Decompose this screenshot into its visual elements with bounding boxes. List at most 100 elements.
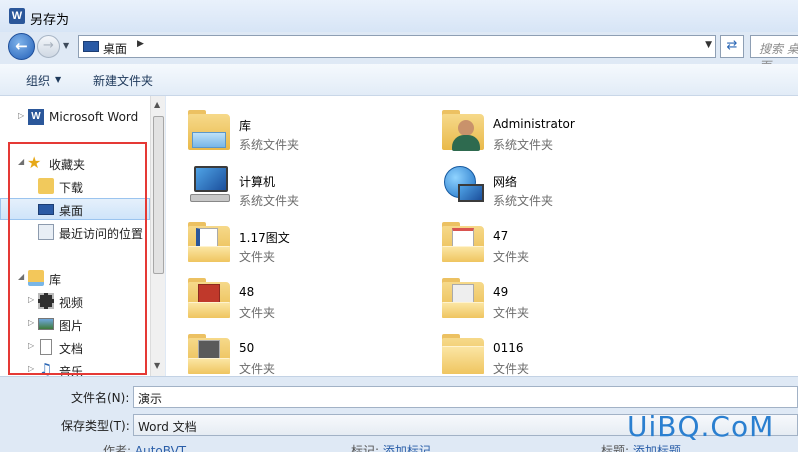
computer-icon: [186, 162, 232, 208]
music-icon: ♫: [39, 360, 53, 376]
filename-field[interactable]: 演示: [133, 386, 798, 408]
download-folder-icon: [38, 178, 54, 194]
sidebar-item-recent-places[interactable]: 最近访问的位置: [0, 221, 150, 243]
sidebar-item-desktop[interactable]: 桌面: [0, 198, 150, 220]
sidebar-item-label: 最近访问的位置: [59, 227, 144, 241]
navigation-scrollbar[interactable]: ▲ ▼: [150, 96, 165, 376]
picture-icon: [38, 318, 54, 330]
file-item-folder[interactable]: 0116 文件夹: [420, 326, 670, 376]
scroll-up-icon[interactable]: ▲: [154, 100, 160, 109]
collapse-icon[interactable]: ◢: [18, 157, 24, 166]
file-list: 库 系统文件夹 Administrator 系统文件夹 计算机 系统文件夹 网络…: [166, 96, 798, 376]
word-icon: W: [28, 109, 44, 125]
expand-icon[interactable]: ▷: [28, 341, 34, 350]
file-type: 系统文件夹: [239, 194, 300, 208]
file-name: 49: [493, 285, 509, 299]
sidebar-item-label: 收藏夹: [49, 158, 86, 172]
expand-icon[interactable]: ▷: [18, 111, 24, 120]
folder-icon: [440, 274, 486, 320]
file-name: Administrator: [493, 117, 575, 131]
search-input[interactable]: 搜索 桌面: [750, 35, 798, 73]
expand-icon[interactable]: ▷: [28, 295, 34, 304]
sidebar-item-videos[interactable]: ▷ 视频: [0, 290, 150, 312]
window-title: 另存为: [30, 13, 70, 28]
organize-dropdown-icon[interactable]: ▼: [55, 75, 61, 84]
sidebar-item-favorites[interactable]: ◢ ★ 收藏夹: [0, 152, 150, 174]
sidebar-item-label: 图片: [59, 319, 84, 333]
file-item-folder[interactable]: 48 文件夹: [166, 270, 416, 326]
tags-meta: 标记: 添加标记: [351, 442, 431, 452]
sidebar-item-label: Microsoft Word: [49, 110, 139, 124]
watermark-logo: UiBQ.CoM: [627, 410, 775, 443]
title-bar: W 另存为: [0, 0, 798, 32]
sidebar-item-label: 下载: [59, 181, 84, 195]
new-folder-button[interactable]: 新建文件夹: [93, 72, 153, 89]
library-icon: [186, 106, 232, 152]
file-item-network[interactable]: 网络 系统文件夹: [420, 158, 670, 214]
sidebar-item-pictures[interactable]: ▷ 图片: [0, 313, 150, 335]
address-crumb[interactable]: 桌面: [103, 40, 127, 57]
author-value[interactable]: AutoBVT: [135, 444, 186, 452]
file-type: 文件夹: [239, 362, 276, 376]
sidebar-item-microsoft-word[interactable]: ▷ W Microsoft Word: [0, 106, 150, 128]
command-toolbar: 组织 ▼ 新建文件夹: [0, 64, 798, 96]
network-icon: [440, 162, 486, 208]
file-item-administrator[interactable]: Administrator 系统文件夹: [420, 102, 670, 158]
back-button[interactable]: ←: [8, 33, 35, 60]
author-label: 作者:: [103, 444, 132, 452]
address-dropdown-icon[interactable]: ▼: [705, 40, 712, 50]
sidebar-item-music[interactable]: ▷ ♫ 音乐: [0, 359, 150, 376]
file-item-libraries[interactable]: 库 系统文件夹: [166, 102, 416, 158]
tags-label: 标记:: [351, 444, 380, 452]
forward-button[interactable]: →: [37, 35, 60, 58]
file-item-computer[interactable]: 计算机 系统文件夹: [166, 158, 416, 214]
collapse-icon[interactable]: ◢: [18, 272, 24, 281]
folder-icon: [440, 330, 486, 376]
file-item-folder[interactable]: 49 文件夹: [420, 270, 670, 326]
title-value[interactable]: 添加标题: [633, 444, 681, 452]
file-item-folder[interactable]: 50 文件夹: [166, 326, 416, 376]
filetype-value: Word 文档: [138, 420, 197, 434]
file-type: 文件夹: [239, 250, 276, 264]
file-name: 1.17图文: [239, 231, 290, 245]
file-type: 文件夹: [493, 362, 530, 376]
refresh-button[interactable]: ⇄: [720, 35, 744, 58]
file-name: 库: [239, 119, 252, 133]
expand-icon[interactable]: ▷: [28, 364, 34, 373]
breadcrumb-arrow-icon[interactable]: ▶: [137, 39, 144, 49]
file-type: 文件夹: [493, 250, 530, 264]
sidebar-item-label: 桌面: [59, 204, 84, 218]
folder-icon: [186, 274, 232, 320]
tags-value[interactable]: 添加标记: [383, 444, 431, 452]
file-item-folder[interactable]: 1.17图文 文件夹: [166, 214, 416, 270]
filetype-label: 保存类型(T):: [61, 419, 130, 433]
sidebar-item-downloads[interactable]: 下载: [0, 175, 150, 197]
file-name: 50: [239, 341, 255, 355]
scroll-down-icon[interactable]: ▼: [154, 361, 160, 370]
file-type: 文件夹: [493, 306, 530, 320]
sidebar-item-label: 文档: [59, 342, 84, 356]
filename-value: 演示: [138, 392, 163, 406]
scrollbar-thumb[interactable]: [153, 116, 164, 274]
folder-icon: [186, 330, 232, 376]
recent-pages-dropdown[interactable]: ▼: [63, 41, 73, 51]
file-name: 计算机: [239, 175, 276, 189]
filename-label: 文件名(N):: [71, 391, 130, 405]
sidebar-item-documents[interactable]: ▷ 文档: [0, 336, 150, 358]
file-type: 系统文件夹: [493, 194, 554, 208]
navigation-bar: ← → ▼ 桌面 ▶ ▼ ⇄ 搜索 桌面: [0, 32, 798, 73]
word-app-icon: W: [9, 8, 25, 24]
sidebar-item-label: 库: [49, 273, 62, 287]
expand-icon[interactable]: ▷: [28, 318, 34, 327]
sidebar-item-label: 音乐: [59, 365, 84, 376]
file-item-folder[interactable]: 47 文件夹: [420, 214, 670, 270]
desktop-icon: [83, 41, 99, 52]
organize-button[interactable]: 组织: [26, 72, 50, 89]
sidebar-item-libraries[interactable]: ◢ 库: [0, 267, 150, 289]
address-bar[interactable]: 桌面 ▶ ▼: [78, 35, 716, 58]
navigation-pane: ▷ W Microsoft Word ◢ ★ 收藏夹 下载 桌面 最近访问的位置…: [0, 96, 150, 376]
document-icon: [40, 339, 52, 355]
library-icon: [28, 270, 44, 286]
recent-places-icon: [38, 224, 54, 240]
file-name: 48: [239, 285, 255, 299]
